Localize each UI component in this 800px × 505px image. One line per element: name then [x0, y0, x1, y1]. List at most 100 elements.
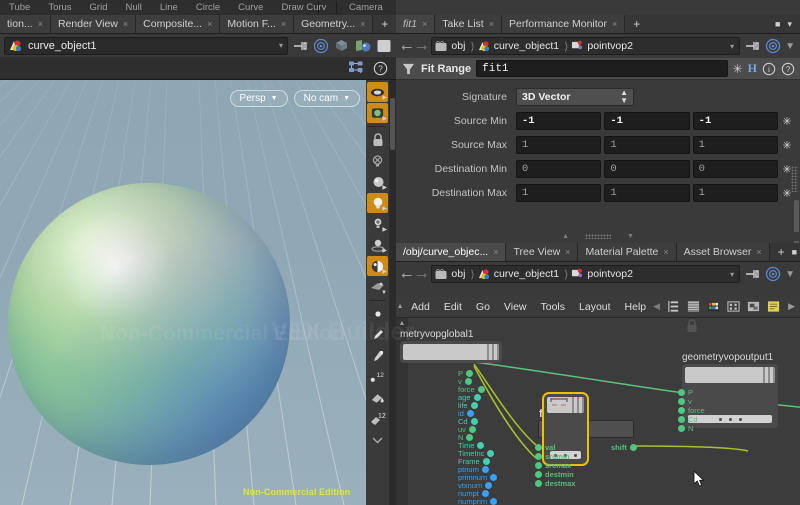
port-P[interactable]: P [678, 388, 693, 397]
tab-composite[interactable]: Composite... × [136, 15, 221, 33]
port-numprim[interactable]: numprim [458, 497, 498, 505]
breadcrumb[interactable]: obj ⟩ curve_object1 ⟩ pointvop2 ▾ [431, 37, 741, 55]
scrollbar-thumb[interactable] [390, 98, 395, 150]
shelf-tool-draw-curve[interactable]: Draw Curv [272, 0, 335, 15]
port-Cd[interactable]: Cd [678, 415, 698, 424]
close-icon[interactable]: × [422, 19, 427, 29]
tab-asset-browser[interactable]: Asset Browser × [676, 243, 770, 261]
pin-icon[interactable] [292, 39, 309, 53]
pin-icon[interactable] [744, 267, 761, 281]
node-geometryvopoutput1[interactable]: geometryvopoutput1 P v force Cd N [678, 352, 778, 433]
port-force[interactable]: force [678, 406, 705, 415]
node-fit1[interactable]: fit1 val srcmin srcmax destmin de [535, 392, 637, 488]
tab-fit1[interactable]: fit1 × [396, 15, 436, 33]
port-srcmin[interactable]: srcmin [535, 452, 570, 461]
viewport-scrollbar[interactable] [389, 80, 396, 505]
play-icon[interactable]: ▶ [788, 301, 795, 312]
help-icon[interactable]: ? [781, 62, 795, 76]
close-icon[interactable]: × [207, 19, 212, 29]
paint-count-icon[interactable]: 12 [367, 409, 388, 429]
shelf-tool-line[interactable]: Line [151, 0, 187, 15]
point-count-icon[interactable]: 12 [367, 367, 388, 387]
note-icon[interactable] [767, 300, 781, 313]
source-min-x[interactable]: -1 [516, 112, 602, 130]
port-shift[interactable]: shift [611, 443, 637, 452]
menu-add[interactable]: Add [404, 296, 437, 318]
help-icon[interactable]: ? [373, 61, 388, 76]
shelf-tool-null[interactable]: Null [117, 0, 151, 15]
breadcrumb-item-obj[interactable]: obj ⟩ [435, 40, 475, 53]
target-icon[interactable] [765, 266, 781, 282]
destination-min-y[interactable]: 0 [604, 160, 690, 178]
sphere-geometry[interactable] [8, 183, 290, 465]
tab-take-list[interactable]: Take List × [435, 15, 502, 33]
destination-min-x[interactable]: 0 [516, 160, 602, 178]
bulb-off-icon[interactable] [367, 151, 388, 171]
shelf-tool-tube[interactable]: Tube [0, 0, 39, 15]
close-icon[interactable]: × [123, 19, 128, 29]
pin-icon[interactable] [744, 39, 761, 53]
scene-viewport[interactable]: Persp ▼ No cam ▼ [0, 80, 366, 505]
breadcrumb[interactable]: obj ⟩ curve_object1 ⟩ pointvop2 ▾ [431, 265, 741, 283]
target-icon[interactable] [313, 38, 329, 54]
target-icon[interactable] [765, 38, 781, 54]
info-icon[interactable]: i [762, 62, 776, 76]
port-val[interactable]: val [535, 443, 555, 452]
scroll-up-icon[interactable]: ▲ [396, 303, 404, 310]
headlight-icon[interactable]: ▶ [367, 172, 388, 192]
gear-icon[interactable]: ✳ [778, 115, 796, 128]
port-destmin[interactable]: destmin [535, 470, 574, 479]
scene-lights-icon[interactable]: ▶ [367, 193, 388, 213]
chevron-down-icon[interactable]: ▾ [730, 270, 736, 279]
source-max-x[interactable]: 1 [516, 136, 602, 154]
breadcrumb-item-obj[interactable]: obj ⟩ [435, 268, 475, 281]
add-tab-icon[interactable]: + [381, 17, 388, 31]
shelf-tool-curve[interactable]: Curve [229, 0, 272, 15]
eyedropper-icon[interactable] [367, 346, 388, 366]
param-resize-grip[interactable] [791, 166, 798, 192]
chevron-down-icon[interactable]: ▾ [730, 42, 736, 51]
tab-render-view[interactable]: Render View × [50, 15, 137, 33]
tab-tree-view[interactable]: Tree View × [506, 243, 579, 261]
viewport-panel-icon[interactable] [376, 38, 392, 54]
close-icon[interactable]: × [565, 247, 570, 257]
grid-icon[interactable] [727, 300, 740, 313]
light-add-icon[interactable]: ▶ [367, 214, 388, 234]
menu-layout[interactable]: Layout [572, 296, 618, 318]
brush-tool-icon[interactable] [367, 325, 388, 345]
snapshot-icon[interactable] [747, 300, 760, 313]
layers-icon[interactable] [687, 300, 700, 313]
light-place-icon[interactable]: ▶ [367, 235, 388, 255]
geometry-cube-icon[interactable] [333, 38, 350, 54]
breadcrumb-item-pointvop2[interactable]: pointvop2 [571, 40, 633, 52]
node-body[interactable] [400, 341, 502, 363]
display-points-icon[interactable]: ▶ [367, 82, 388, 102]
scroll-up-icon[interactable]: ▲ [396, 318, 408, 327]
shelf-tool-camera[interactable]: Camera [340, 0, 392, 15]
collapse-up-icon[interactable]: ▲ [562, 233, 569, 240]
pane-options-icon[interactable]: ▼ [785, 269, 795, 280]
add-tab-icon[interactable]: + [633, 17, 640, 31]
destination-max-z[interactable]: 1 [692, 184, 778, 202]
source-min-y[interactable]: -1 [604, 112, 690, 130]
gear-icon[interactable]: ✳ [733, 62, 743, 76]
shelf-tool-circle[interactable]: Circle [187, 0, 229, 15]
shelf-tool-torus[interactable]: Torus [39, 0, 80, 15]
houdini-h-icon[interactable]: H [748, 61, 757, 76]
close-icon[interactable]: × [756, 247, 761, 257]
add-tab-icon[interactable]: + [778, 245, 785, 259]
forward-arrow-icon[interactable]: ⭢ [416, 38, 427, 55]
close-icon[interactable]: × [489, 19, 494, 29]
breadcrumb-item-curve-object1[interactable]: curve_object1 ⟩ [478, 268, 570, 281]
lock-icon[interactable] [367, 130, 388, 150]
node-flags[interactable] [688, 415, 772, 423]
network-tree-icon[interactable] [348, 60, 364, 76]
close-icon[interactable]: × [360, 19, 365, 29]
breadcrumb-item-pointvop2[interactable]: pointvop2 [571, 268, 633, 280]
source-max-y[interactable]: 1 [604, 136, 690, 154]
camera-dropdown[interactable]: No cam ▼ [293, 90, 360, 107]
maximize-pane-icon[interactable]: ■ [775, 19, 780, 29]
tab-motion-fx[interactable]: Motion F... × [220, 15, 295, 33]
back-arrow-icon[interactable]: ⭠ [401, 38, 412, 55]
tab-geometry[interactable]: Geometry... × [294, 15, 374, 33]
